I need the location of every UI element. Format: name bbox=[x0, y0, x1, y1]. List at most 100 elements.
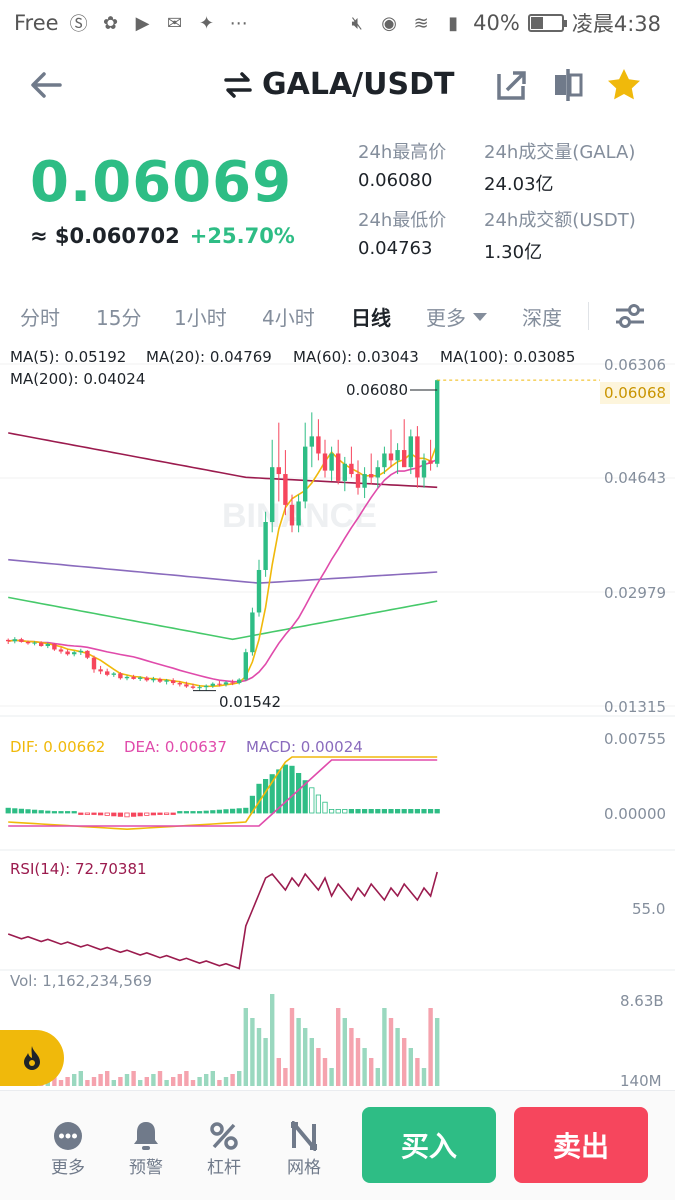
volume-bar bbox=[355, 1038, 361, 1086]
stat-value: 0.04763 bbox=[358, 238, 433, 259]
volume-bar bbox=[210, 1071, 215, 1086]
clock: 凌晨4:38 bbox=[571, 12, 661, 36]
usd-price: ≈ $0.060702 bbox=[30, 224, 180, 248]
volume-bar bbox=[329, 1068, 334, 1086]
macd-bar bbox=[58, 811, 64, 814]
grid-bot-icon bbox=[291, 1121, 317, 1151]
candle-body bbox=[151, 678, 156, 681]
back-button[interactable] bbox=[26, 65, 66, 105]
star-icon bbox=[608, 69, 640, 100]
ma100-line bbox=[8, 558, 438, 584]
volume-bar bbox=[382, 1008, 387, 1086]
tab-depth[interactable]: 深度 bbox=[522, 302, 562, 331]
leverage-button[interactable]: 杠杆 bbox=[194, 1119, 254, 1178]
candle-body bbox=[230, 682, 235, 684]
vol-legend: Vol: 1,162,234,569 bbox=[10, 972, 153, 990]
grid-button[interactable]: 网格 bbox=[274, 1119, 334, 1178]
stat-value: 1.30亿 bbox=[484, 242, 543, 263]
candle-body bbox=[78, 650, 83, 653]
tab-time-share[interactable]: 分时 bbox=[20, 302, 60, 331]
volume-bar bbox=[184, 1071, 189, 1086]
macd-bar bbox=[124, 812, 130, 818]
stat-label: 24h成交量(GALA) bbox=[484, 142, 636, 163]
pair-selector[interactable]: GALA/USDT bbox=[222, 67, 454, 102]
tab-daily[interactable]: 日线 bbox=[351, 302, 391, 331]
volume-bar bbox=[151, 1074, 156, 1086]
ma60-legend: MA(60): 0.03043 bbox=[293, 348, 419, 366]
volume-bar bbox=[375, 1068, 380, 1086]
volume-bar bbox=[72, 1074, 77, 1086]
macd-bar bbox=[71, 811, 77, 814]
macd-bar bbox=[104, 812, 110, 816]
caret-down-icon bbox=[473, 312, 487, 321]
buy-button[interactable]: 买入 bbox=[362, 1107, 496, 1183]
stat-24h-low: 24h最低价 0.04763 bbox=[358, 206, 446, 259]
header: GALA/USDT bbox=[0, 55, 675, 119]
tab-more-label: 更多 bbox=[426, 306, 466, 330]
sell-button[interactable]: 卖出 bbox=[514, 1107, 648, 1183]
tab-more[interactable]: 更多 bbox=[426, 302, 488, 331]
chart-mode-button[interactable] bbox=[550, 67, 586, 103]
candle-body bbox=[210, 683, 215, 686]
more-button[interactable]: 更多 bbox=[38, 1119, 98, 1178]
candle-body bbox=[316, 436, 321, 454]
volume-bar bbox=[296, 1018, 301, 1086]
candle-body bbox=[283, 474, 288, 505]
rsi-axis-label: 55.0 bbox=[632, 900, 666, 918]
tab-4h[interactable]: 4小时 bbox=[262, 302, 315, 331]
candle-body bbox=[144, 677, 149, 681]
volume-bar bbox=[138, 1080, 143, 1086]
chart-settings-button[interactable] bbox=[614, 300, 646, 336]
volume-bar bbox=[111, 1080, 116, 1086]
stat-label: 24h最低价 bbox=[358, 210, 447, 231]
candle-body bbox=[39, 642, 44, 647]
tab-1h[interactable]: 1小时 bbox=[174, 302, 227, 331]
candle-body bbox=[382, 453, 387, 468]
tab-15m[interactable]: 15分 bbox=[96, 302, 141, 331]
volume-bar bbox=[250, 1018, 255, 1086]
skype-icon: Ⓢ bbox=[69, 14, 88, 35]
volume-bar bbox=[428, 1008, 433, 1086]
candle-body bbox=[303, 446, 308, 502]
price-subline: ≈ $0.060702 +25.70% bbox=[30, 224, 295, 248]
macd-bar bbox=[262, 778, 269, 814]
volume-bar bbox=[124, 1074, 130, 1086]
favorite-button[interactable] bbox=[606, 67, 642, 103]
candle-body bbox=[19, 639, 24, 642]
macd-bar bbox=[98, 812, 104, 816]
candle-body bbox=[342, 463, 347, 481]
volume-bar bbox=[197, 1077, 202, 1086]
candle-body bbox=[408, 436, 413, 468]
share-button[interactable] bbox=[494, 67, 530, 103]
rsi-legend: RSI(14): 72.70381 bbox=[10, 860, 147, 878]
macd-bar bbox=[427, 808, 434, 814]
volume-bar bbox=[369, 1058, 374, 1086]
candle-body bbox=[421, 460, 427, 478]
macd-bar bbox=[394, 808, 401, 814]
candle-body bbox=[177, 683, 182, 685]
candle-body bbox=[52, 643, 57, 650]
ma5-legend: MA(5): 0.05192 bbox=[10, 348, 127, 366]
macd-bar bbox=[309, 787, 315, 814]
floating-action-button[interactable] bbox=[0, 1030, 64, 1086]
macd-axis-label: 0.00755 bbox=[604, 730, 667, 748]
candle-body bbox=[415, 436, 420, 478]
volume-bar bbox=[336, 1008, 341, 1086]
high-marker: 0.06080 bbox=[346, 381, 409, 399]
twitter-icon: ✦ bbox=[199, 12, 215, 34]
current-price-tag: 0.06068 bbox=[600, 382, 671, 404]
candle-body bbox=[138, 677, 143, 679]
pair-title: GALA/USDT bbox=[262, 67, 455, 102]
candle-body bbox=[25, 641, 31, 644]
tab-divider bbox=[588, 302, 589, 330]
macd-bar bbox=[315, 794, 322, 814]
volume-bar bbox=[91, 1077, 97, 1086]
volume-bar bbox=[105, 1071, 110, 1086]
alert-button[interactable]: 预警 bbox=[116, 1119, 176, 1178]
candle-body bbox=[388, 453, 394, 461]
app-icon: ✿ bbox=[103, 12, 119, 34]
candle-body bbox=[223, 682, 229, 685]
chart-area[interactable]: BINANCE MA(5): 0.05192 MA(20): 0.04769 M… bbox=[0, 342, 675, 1090]
macd-bar bbox=[12, 808, 18, 814]
volume-bar bbox=[85, 1080, 90, 1086]
